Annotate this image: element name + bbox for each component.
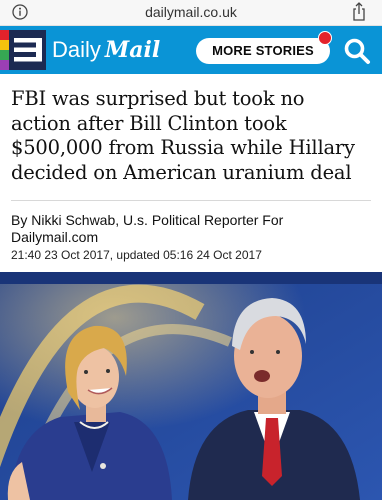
- headline-line: $500,000 from Russia while Hillary: [11, 136, 355, 159]
- article-photo[interactable]: [0, 272, 382, 500]
- url-text[interactable]: dailymail.co.uk: [0, 4, 382, 20]
- headline-line: FBI was surprised but took no: [11, 87, 305, 110]
- share-icon[interactable]: [352, 2, 366, 21]
- headline-line: action after Bill Clinton took: [11, 111, 287, 135]
- logo-mail-text: Mail: [104, 37, 161, 63]
- logo-daily-text: Daily: [52, 37, 101, 62]
- notification-dot: [318, 31, 332, 45]
- article-dateline: 21:40 23 Oct 2017, updated 05:16 24 Oct …: [11, 248, 262, 262]
- article-headline: FBI was surprised but took no action aft…: [11, 87, 377, 185]
- site-header: Daily Mail MORE STORIES: [0, 26, 382, 74]
- browser-url-bar[interactable]: dailymail.co.uk: [0, 0, 382, 26]
- search-icon[interactable]: [343, 37, 371, 65]
- more-stories-button[interactable]: MORE STORIES: [196, 38, 330, 64]
- byline-author[interactable]: By Nikki Schwab, U.s. Political Reporter…: [11, 212, 283, 228]
- byline-outlet: Dailymail.com: [11, 229, 99, 245]
- headline-line: decided on American uranium deal: [11, 160, 352, 184]
- byline: By Nikki Schwab, U.s. Political Reporter…: [11, 212, 371, 246]
- daily-mail-logo[interactable]: Daily Mail: [52, 35, 160, 65]
- menu-icon[interactable]: [0, 30, 46, 70]
- headline-divider: [11, 200, 371, 201]
- article-photo-image: [0, 272, 382, 500]
